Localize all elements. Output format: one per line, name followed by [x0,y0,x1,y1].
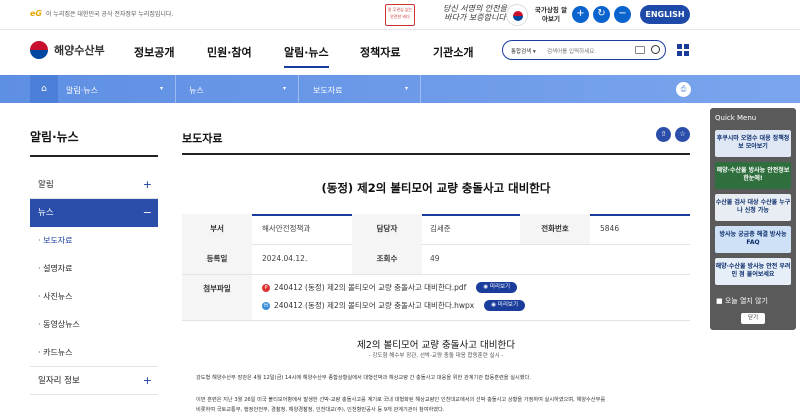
lnb-sub-photo-news[interactable]: · 사진뉴스 [30,283,158,311]
quick-link-faq[interactable]: 방사능 궁금증 해결 방사능 FAQ [715,226,791,253]
search-scope-select[interactable]: 통합검색 ▾ [511,47,536,55]
article-title: (동정) 제2의 볼티모어 교량 충돌사고 대비한다 [321,181,551,195]
breadcrumb-level2[interactable]: 뉴스 [189,85,204,96]
phone-value: 5846 [600,224,620,233]
expand-icon[interactable]: + [143,367,152,395]
share-icon[interactable]: ⇧ [656,127,671,142]
expand-icon[interactable]: + [143,171,152,199]
lnb-sub-explanation[interactable]: · 설명자료 [30,255,158,283]
taegeuk-icon [30,41,48,59]
collapse-icon[interactable]: − [143,199,152,227]
home-icon[interactable]: ⌂ [30,75,58,103]
nav-news[interactable]: 알림·뉴스 [284,44,329,68]
zoom-out-icon[interactable]: − [614,6,631,23]
quick-link-ask[interactable]: 해양·수산물 방사능 안전 우려인 점 물어보세요 [715,258,791,285]
safety-banner[interactable]: 말 무관심 없는 안전한 바다 [385,4,415,26]
gov-notice-text: 이 누리집은 대한민국 공식 전자정부 누리집입니다. [46,11,174,18]
egov-logo: eG [30,9,42,18]
breadcrumb: ⌂ 알림·뉴스 ▾ 뉴스 ▾ 보도자료 ▾ ⎙ [0,75,800,103]
page-title: 보도자료 [182,132,223,145]
lnb-title: 알림·뉴스 [30,130,79,144]
date-value: 2024.04.12. [262,254,308,263]
quick-link-fukushima[interactable]: 후쿠시마 오염수 대응 정책정보 모아보기 [715,130,791,157]
attachment-pdf[interactable]: P 240412 (동정) 제2의 볼티모어 교량 충돌사고 대비한다.pdf … [262,282,518,293]
quick-link-inspection[interactable]: 수산물 검사 대상 수산물 누구나 신청 가능 [715,194,791,221]
lnb-item-jobs[interactable]: 일자리 정보 + [30,367,158,395]
sitemap-grid-icon[interactable] [677,44,689,56]
chevron-down-icon[interactable]: ▾ [283,85,286,92]
pdf-icon: P [262,283,270,292]
nav-civil-petition[interactable]: 민원·참여 [207,44,252,60]
body-subtitle: - 강도형 해수부 장관, 선박-교량 충돌 대응 합동훈련 실시 - [368,353,504,359]
org-name: 해양수산부 [54,44,105,57]
bookmark-icon[interactable]: ☆ [675,127,690,142]
views-value: 49 [430,254,440,263]
nav-info-disclosure[interactable]: 정보공개 [134,44,174,60]
dont-show-today-checkbox[interactable]: ■ 오늘 열지 않기 [716,296,768,306]
lnb-item-news[interactable]: 뉴스 − [30,199,158,227]
body-title: 제2의 볼티모어 교량 충돌사고 대비한다 [357,340,515,351]
attachments: 첨부파일 P 240412 (동정) 제2의 볼티모어 교량 충돌사고 대비한다… [182,275,690,320]
chevron-down-icon[interactable]: ▾ [160,85,163,92]
lnb-item-notice[interactable]: 알림 + [30,171,158,199]
lnb-menu: 알림 + 뉴스 − · 보도자료 · 설명자료 · 사진뉴스 · 동영상뉴스 ·… [30,171,158,395]
english-button[interactable]: ENGLISH [640,5,690,24]
header: 해양수산부 정보공개 민원·참여 알림·뉴스 정책자료 기관소개 통합검색 ▾ … [0,30,800,75]
zoom-in-icon[interactable]: + [572,6,589,23]
search-icon[interactable] [651,45,660,54]
top-bar: eG 이 누리집은 대한민국 공식 전자정부 누리집입니다. 말 무관심 없는 … [0,0,800,30]
preview-button[interactable]: ◉ 미리보기 [484,300,526,311]
reset-zoom-icon[interactable]: ↻ [593,6,610,23]
body-paragraph: 이번 훈련은 지난 3월 26일 미국 볼티모어항에서 발생한 선박-교량 충돌… [196,397,606,403]
site-logo[interactable]: 해양수산부 [30,41,105,59]
quick-menu: Quick Menu 후쿠시마 오염수 대응 정책정보 모아보기 해양·수산물 … [710,108,796,330]
close-quick-menu-button[interactable]: 닫기 [741,313,765,324]
lnb-sub-video-news[interactable]: · 동영상뉴스 [30,311,158,339]
print-icon[interactable]: ⎙ [676,82,691,97]
quick-link-radiation-safety[interactable]: 해양·수산물 방사능 안전정보 한눈에! [715,162,791,189]
keyboard-icon[interactable] [635,46,645,54]
body-paragraph: 강도형 해양수산부 장관은 4월 12일(금) 14시에 해양수산부 종합상황실… [196,375,531,381]
national-symbol-link[interactable]: 국가상징 알아보기 [533,6,569,24]
slogan-image: 당신 서명의 안전을 바다가 보증합니다 [443,4,507,22]
manager-value: 김세준 [430,224,451,233]
nav-policy[interactable]: 정책자료 [360,44,400,60]
search-box[interactable]: 통합검색 ▾ 검색어를 입력하세요. [502,40,666,60]
flag-icon[interactable] [506,4,528,26]
lnb-sub-press-release[interactable]: · 보도자료 [30,227,158,255]
hwp-icon: H [262,301,270,310]
body-paragraph: 비롯하여 국토교통부, 행정안전부, 경찰청, 해양경찰청, 인천대교(주), … [196,407,445,413]
nav-about[interactable]: 기관소개 [433,44,473,60]
chevron-down-icon[interactable]: ▾ [405,85,408,92]
breadcrumb-level3[interactable]: 보도자료 [313,85,342,96]
department-value: 해사안전정책과 [262,224,311,233]
preview-button[interactable]: ◉ 미리보기 [476,282,518,293]
breadcrumb-level1[interactable]: 알림·뉴스 [66,85,98,96]
gov-notice: eG 이 누리집은 대한민국 공식 전자정부 누리집입니다. [30,9,173,18]
attachment-hwpx[interactable]: H 240412 (동정) 제2의 볼티모어 교량 충돌사고 대비한다.hwpx… [262,300,526,311]
lnb-sub-card-news[interactable]: · 카드뉴스 [30,339,158,367]
search-input[interactable]: 검색어를 입력하세요. [547,47,596,55]
quick-menu-title: Quick Menu [715,114,757,122]
